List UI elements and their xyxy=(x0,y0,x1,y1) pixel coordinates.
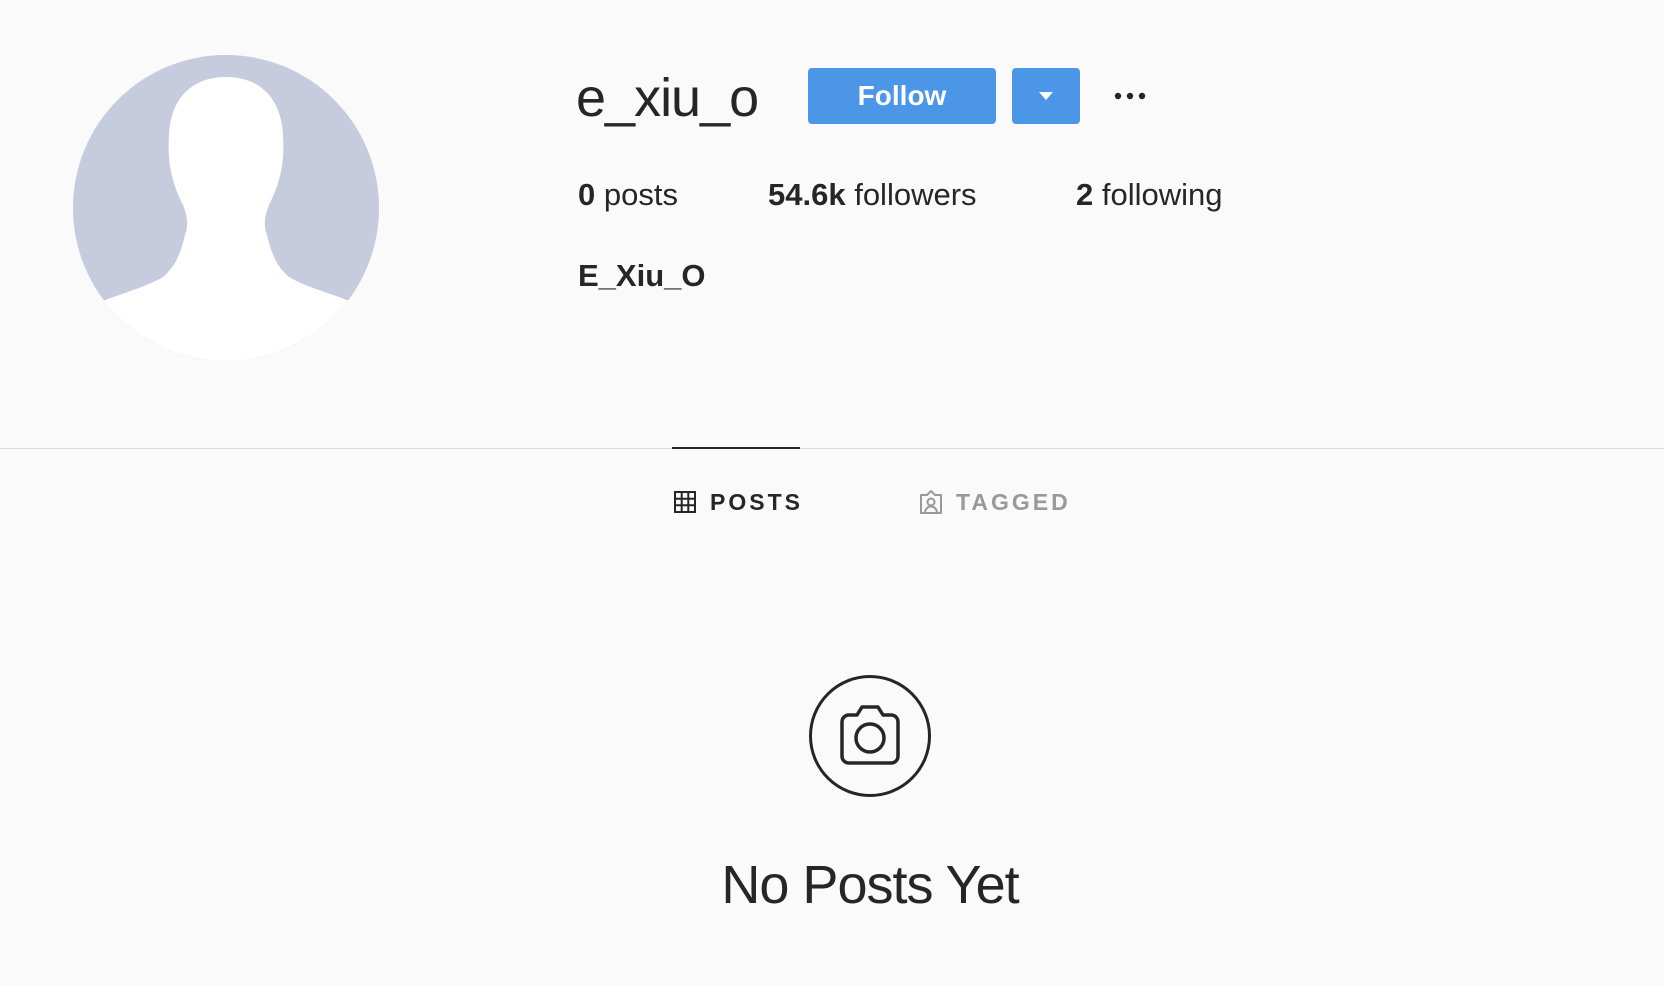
following-link[interactable]: 2 following xyxy=(1076,175,1223,215)
followers-label: followers xyxy=(854,177,977,212)
posts-label: posts xyxy=(603,177,678,212)
tagged-person-icon xyxy=(920,490,942,514)
ellipsis-icon xyxy=(1114,92,1146,100)
tab-tagged[interactable]: TAGGED xyxy=(918,484,1071,520)
following-count: 2 xyxy=(1076,177,1094,212)
active-tab-indicator xyxy=(672,447,800,449)
following-label: following xyxy=(1101,177,1223,212)
empty-state-title: No Posts Yet xyxy=(721,855,1019,915)
followers-count: 54.6k xyxy=(768,177,846,212)
profile-full-name: E_Xiu_O xyxy=(578,258,706,293)
tabs-divider xyxy=(0,448,1664,449)
default-avatar-silhouette-icon xyxy=(73,55,379,361)
profile-avatar xyxy=(73,55,379,361)
profile-username: e_xiu_o xyxy=(576,68,759,128)
suggestions-dropdown-button[interactable] xyxy=(1012,68,1080,124)
tab-posts-label: POSTS xyxy=(710,488,803,515)
more-options-button[interactable] xyxy=(1110,80,1150,112)
grid-icon xyxy=(674,491,696,513)
triangle-down-icon xyxy=(1039,92,1053,100)
camera-icon xyxy=(809,675,931,797)
follow-button[interactable]: Follow xyxy=(808,68,996,124)
tab-posts[interactable]: POSTS xyxy=(672,484,803,520)
tab-tagged-label: TAGGED xyxy=(956,488,1071,515)
posts-count: 0 xyxy=(578,177,596,212)
posts-count-stat: 0 posts xyxy=(578,175,678,215)
followers-link[interactable]: 54.6k followers xyxy=(768,175,977,215)
